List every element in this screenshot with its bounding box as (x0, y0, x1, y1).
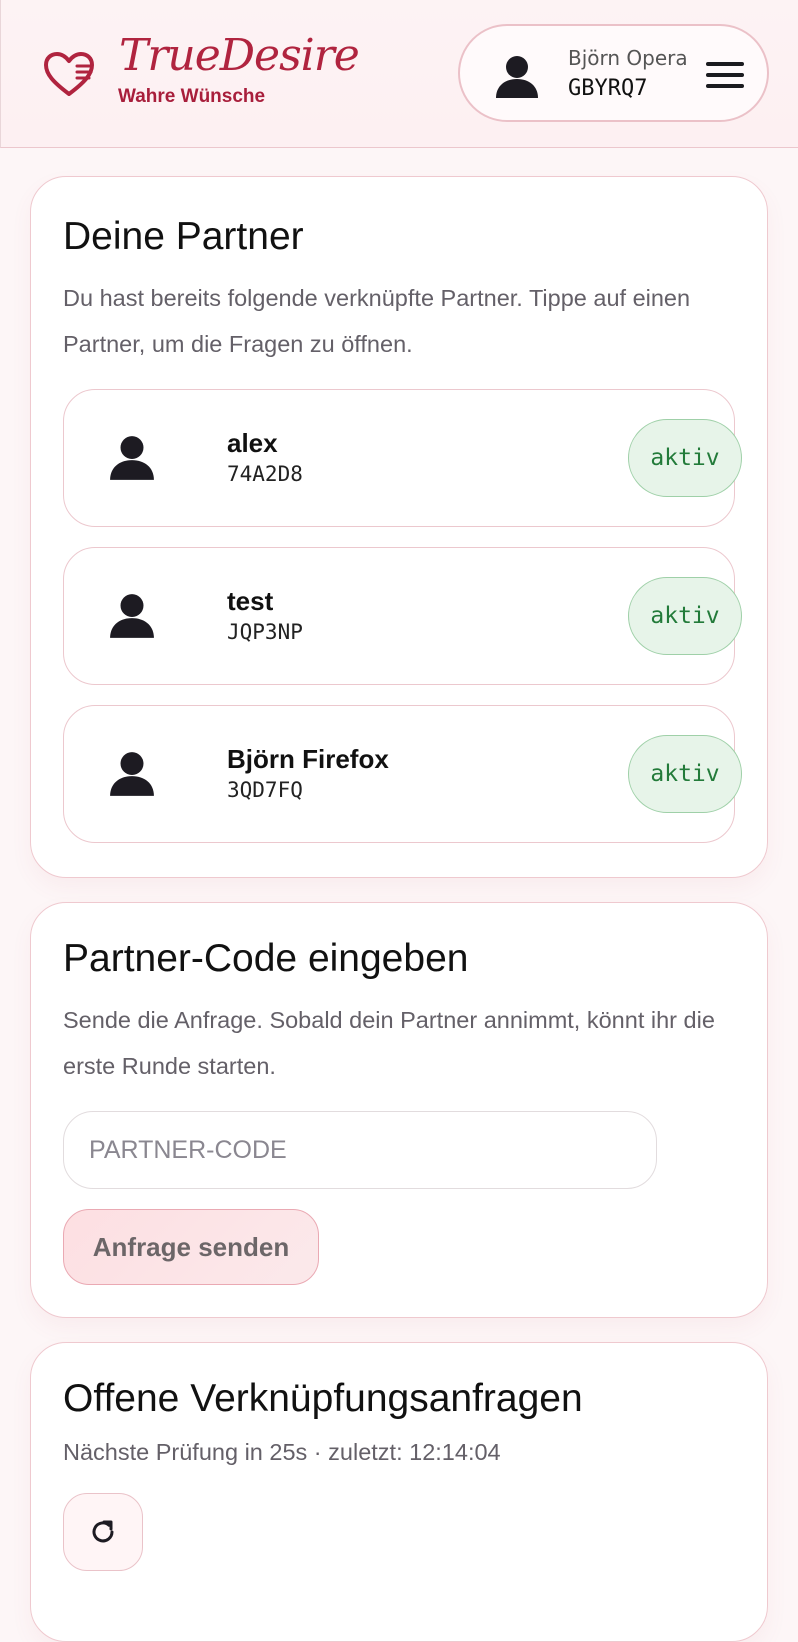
user-icon (496, 56, 538, 98)
refresh-icon (92, 1520, 114, 1543)
app-header: TrueDesire Wahre Wünsche Björn Opera GBY… (0, 0, 798, 148)
user-code: GBYRQ7 (568, 76, 648, 101)
open-requests-card: Offene Verknüpfungsanfragen Nächste Prüf… (30, 1342, 768, 1642)
partner-code-title: Partner-Code eingeben (63, 937, 469, 980)
user-icon (110, 436, 154, 480)
partners-card: Deine Partner Du hast bereits folgende v… (30, 176, 768, 878)
partner-name: alex (227, 428, 278, 458)
user-profile-pill[interactable]: Björn Opera GBYRQ7 (458, 24, 769, 122)
partner-item-bjorn-firefox[interactable]: Björn Firefox 3QD7FQ aktiv (63, 705, 742, 843)
partner-code: 74A2D8 (227, 462, 303, 486)
send-request-button[interactable]: Anfrage senden (63, 1209, 319, 1285)
partner-code-description: Sende die Anfrage. Sobald dein Partner a… (63, 1007, 715, 1079)
open-requests-title: Offene Verknüpfungsanfragen (63, 1377, 583, 1420)
hamburger-menu-icon[interactable] (706, 60, 746, 90)
partner-item-alex[interactable]: alex 74A2D8 aktiv (63, 389, 742, 527)
partner-item-test[interactable]: test JQP3NP aktiv (63, 547, 742, 685)
status-badge: aktiv (628, 735, 742, 813)
partner-name: test (227, 586, 274, 616)
user-icon (110, 752, 154, 796)
partner-name: Björn Firefox (227, 744, 389, 774)
partner-code-card: Partner-Code eingeben Sende die Anfrage.… (30, 902, 768, 1318)
status-badge: aktiv (628, 577, 742, 655)
partners-description: Du hast bereits folgende verknüpfte Part… (63, 285, 691, 357)
partner-code-input[interactable] (63, 1111, 657, 1189)
user-name: Björn Opera (568, 46, 688, 70)
open-requests-status: Nächste Prüfung in 25s · zuletzt: 12:14:… (63, 1439, 501, 1465)
partner-code: 3QD7FQ (227, 778, 303, 802)
app-logo-subtitle: Wahre Wünsche (118, 86, 266, 107)
partners-title: Deine Partner (63, 215, 304, 258)
user-icon (110, 594, 154, 638)
partner-code: JQP3NP (227, 620, 303, 644)
status-badge: aktiv (628, 419, 742, 497)
refresh-button[interactable] (63, 1493, 143, 1571)
app-logo-title: TrueDesire (119, 30, 360, 81)
heart-logo-icon (44, 52, 94, 96)
